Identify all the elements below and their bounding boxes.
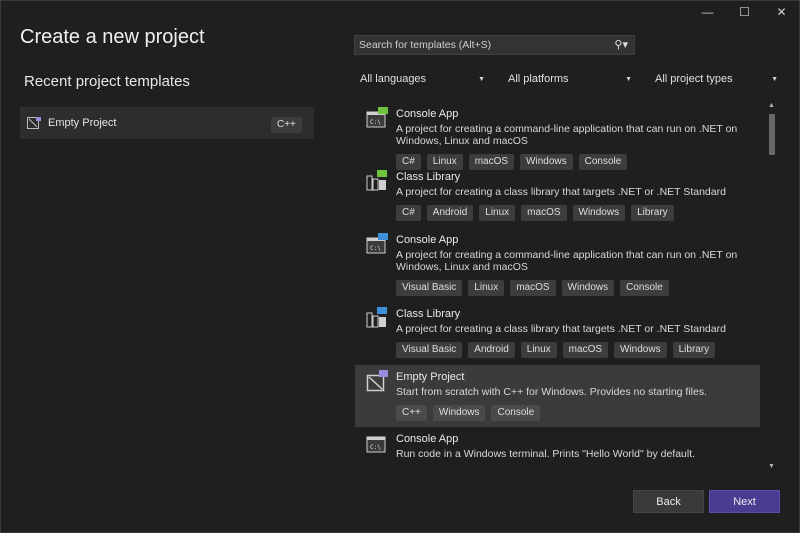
template-item[interactable]: Empty Project Start from scratch with C++… — [355, 365, 760, 427]
platform-filter[interactable]: All platforms ▼ — [508, 70, 632, 88]
template-tag: Library — [672, 342, 716, 358]
template-tag: Windows — [561, 280, 615, 296]
template-name: Class Library — [396, 171, 461, 183]
template-tag: Windows — [572, 205, 626, 221]
console-app-icon: C:\ — [366, 107, 388, 128]
template-item[interactable]: Class Library A project for creating a cl… — [355, 302, 760, 365]
template-name: Console App — [396, 433, 459, 445]
chevron-down-icon: ▼ — [625, 75, 632, 83]
chevron-down-icon: ▼ — [478, 75, 485, 83]
console-app-icon: C:\ — [366, 436, 386, 453]
next-button[interactable]: Next — [709, 490, 780, 513]
template-tag: Console — [491, 405, 541, 421]
search-icon[interactable]: ⚲▾ — [614, 38, 628, 51]
svg-text:C:\: C:\ — [370, 119, 381, 126]
recent-template-empty-project[interactable]: Empty Project C++ — [20, 107, 314, 139]
scroll-up-icon[interactable]: ▲ — [768, 102, 775, 109]
template-tag: Linux — [520, 342, 557, 358]
template-tag: Visual Basic — [396, 280, 463, 296]
language-filter-label: All languages — [360, 73, 427, 85]
template-tags: Visual Basic Android Linux macOS Windows Libr… — [396, 341, 760, 358]
chevron-down-icon: ▼ — [771, 75, 778, 83]
template-name: Console App — [396, 234, 459, 246]
language-filter[interactable]: All languages ▼ — [360, 70, 485, 88]
window-controls: — ☐ ✕ — [689, 0, 800, 24]
minimize-button[interactable]: — — [689, 0, 726, 24]
class-library-icon — [366, 170, 387, 191]
empty-project-icon — [366, 370, 388, 392]
template-tag: macOS — [562, 342, 609, 358]
template-item[interactable]: C:\ Console App A project for creating a c… — [355, 228, 760, 302]
template-tag: Android — [426, 205, 474, 221]
template-list-scrollbar[interactable]: ▲ ▼ — [766, 102, 778, 470]
project-type-filter[interactable]: All project types ▼ — [655, 70, 778, 88]
template-item[interactable]: Class Library A project for creating a cl… — [355, 165, 760, 228]
template-tag: macOS — [521, 205, 567, 221]
template-tag: Visual Basic — [396, 342, 463, 358]
template-description: Run code in a Windows terminal. Prints "… — [396, 448, 696, 460]
recent-template-label: Empty Project — [48, 117, 117, 129]
template-name: Console App — [396, 108, 459, 120]
project-type-filter-label: All project types — [655, 73, 733, 85]
template-description: A project for creating a class library t… — [396, 186, 726, 198]
template-tag: Windows — [432, 405, 486, 421]
template-tag: C# — [396, 205, 421, 221]
scroll-down-icon[interactable]: ▼ — [768, 463, 775, 470]
template-name: Class Library — [396, 308, 461, 320]
template-description: Start from scratch with C++ for Windows.… — [396, 386, 708, 398]
template-tags: C# Android Linux macOS Windows Library — [396, 204, 760, 221]
platform-filter-label: All platforms — [508, 73, 569, 85]
template-item[interactable]: C:\ Console App A project for creating a c… — [355, 102, 760, 170]
template-tags: Visual Basic Linux macOS Windows Console — [396, 279, 760, 296]
recent-templates-heading: Recent project templates — [24, 73, 190, 90]
class-library-icon — [366, 307, 387, 328]
console-app-icon: C:\ — [366, 233, 388, 254]
svg-text:C:\: C:\ — [370, 444, 381, 451]
svg-text:C:\: C:\ — [370, 245, 381, 252]
back-button[interactable]: Back — [633, 490, 704, 513]
close-button[interactable]: ✕ — [763, 0, 800, 24]
empty-project-icon — [27, 117, 41, 129]
template-tags: C++ Windows Console — [396, 404, 760, 421]
template-name: Empty Project — [396, 371, 465, 383]
template-list[interactable]: C:\ Console App A project for creating a c… — [355, 102, 760, 472]
template-tag: Linux — [468, 280, 505, 296]
page-title: Create a new project — [20, 26, 205, 48]
search-input[interactable] — [355, 38, 601, 52]
scrollbar-thumb[interactable] — [769, 114, 775, 155]
template-description: A project for creating a command-line ap… — [396, 123, 738, 147]
template-tag: Library — [631, 205, 674, 221]
maximize-button[interactable]: ☐ — [726, 0, 763, 24]
template-description: A project for creating a command-line ap… — [396, 249, 738, 273]
template-description: A project for creating a class library t… — [396, 323, 726, 335]
recent-template-tag: C++ — [271, 117, 302, 133]
search-box[interactable]: ⚲▾ — [354, 35, 635, 55]
template-tag: Windows — [614, 342, 667, 358]
template-tag: C++ — [396, 405, 427, 421]
template-item[interactable]: C:\ Console App Run code in a Windows term… — [355, 427, 760, 467]
template-tag: Linux — [479, 205, 516, 221]
template-tag: Console — [620, 280, 669, 296]
template-tag: Android — [468, 342, 515, 358]
template-tag: macOS — [510, 280, 556, 296]
